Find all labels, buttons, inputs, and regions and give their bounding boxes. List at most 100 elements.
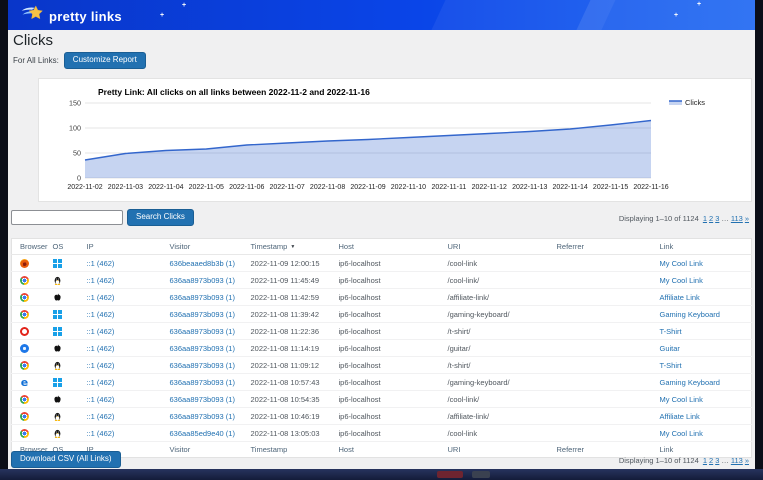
page-link-last[interactable]: 113: [731, 214, 743, 223]
ip-link[interactable]: ::1 (462): [87, 361, 115, 370]
visitor-link[interactable]: 636aa8973b093 (1): [170, 361, 235, 370]
ip-link[interactable]: ::1 (462): [87, 293, 115, 302]
sparkle-icon: +: [674, 13, 678, 19]
referrer-cell: [549, 306, 652, 323]
page-ellipsis: …: [721, 456, 729, 465]
search-input[interactable]: [11, 210, 123, 225]
column-header-timestamp[interactable]: Timestamp: [243, 442, 331, 458]
windows-icon: [53, 310, 62, 319]
table-row: ::1 (462)636aa8973b093 (1)2022-11-08 11:…: [12, 357, 752, 374]
column-header-browser[interactable]: Browser: [12, 239, 45, 255]
timestamp-cell: 2022-11-08 11:14:19: [243, 340, 331, 357]
page-link-2[interactable]: 2: [709, 456, 713, 465]
page-link-3[interactable]: 3: [715, 214, 719, 223]
ip-link[interactable]: ::1 (462): [87, 344, 115, 353]
link-cell: Affiliate Link: [652, 408, 752, 425]
column-header-os[interactable]: OS: [45, 239, 79, 255]
page-link-next[interactable]: »: [745, 214, 749, 223]
ip-link[interactable]: ::1 (462): [87, 327, 115, 336]
ip-link[interactable]: ::1 (462): [87, 276, 115, 285]
ip-link[interactable]: ::1 (462): [87, 395, 115, 404]
referrer-cell: [549, 340, 652, 357]
timestamp-cell: 2022-11-08 11:39:42: [243, 306, 331, 323]
ip-link[interactable]: ::1 (462): [87, 429, 115, 438]
visitor-link[interactable]: 636aa8973b093 (1): [170, 395, 235, 404]
browser-cell: [12, 255, 45, 272]
link-link[interactable]: My Cool Link: [660, 276, 703, 285]
visitor-link[interactable]: 636aa8973b093 (1): [170, 327, 235, 336]
star-swoosh-icon: [20, 5, 44, 27]
ip-cell: ::1 (462): [79, 425, 162, 442]
link-cell: T-Shirt: [652, 357, 752, 374]
column-header-link[interactable]: Link: [652, 239, 752, 255]
column-header-referrer[interactable]: Referrer: [549, 239, 652, 255]
column-header-visitor[interactable]: Visitor: [162, 442, 243, 458]
uri-cell: /cool-link: [440, 425, 549, 442]
download-csv-button[interactable]: Download CSV (All Links): [11, 451, 121, 468]
os-cell: [45, 425, 79, 442]
visitor-link[interactable]: 636aa8973b093 (1): [170, 378, 235, 387]
visitor-link[interactable]: 636aa8973b093 (1): [170, 293, 235, 302]
ip-link[interactable]: ::1 (462): [87, 378, 115, 387]
link-link[interactable]: Guitar: [660, 344, 680, 353]
link-link[interactable]: T-Shirt: [660, 327, 682, 336]
customize-report-button[interactable]: Customize Report: [64, 52, 146, 69]
link-link[interactable]: Affiliate Link: [660, 412, 700, 421]
link-cell: Gaming Keyboard: [652, 306, 752, 323]
visitor-cell: 636aa8973b093 (1): [162, 340, 243, 357]
visitor-cell: 636aa8973b093 (1): [162, 391, 243, 408]
firefox-icon: [20, 259, 29, 268]
taskbar-item: [472, 471, 490, 478]
link-link[interactable]: My Cool Link: [660, 259, 703, 268]
column-header-uri[interactable]: URI: [440, 239, 549, 255]
y-axis-label: 100: [69, 124, 81, 133]
page-link-1[interactable]: 1: [703, 214, 707, 223]
ip-cell: ::1 (462): [79, 323, 162, 340]
os-cell: [45, 374, 79, 391]
visitor-link[interactable]: 636aa8973b093 (1): [170, 276, 235, 285]
column-header-timestamp[interactable]: Timestamp▼: [243, 239, 331, 255]
column-header-host[interactable]: Host: [331, 442, 440, 458]
search-clicks-button[interactable]: Search Clicks: [127, 209, 194, 226]
visitor-link[interactable]: 636aa8973b093 (1): [170, 412, 235, 421]
page-link-1[interactable]: 1: [703, 456, 707, 465]
ip-link[interactable]: ::1 (462): [87, 310, 115, 319]
link-link[interactable]: My Cool Link: [660, 429, 703, 438]
column-header-uri[interactable]: URI: [440, 442, 549, 458]
visitor-link[interactable]: 636aa8973b093 (1): [170, 344, 235, 353]
y-axis-label: 50: [73, 149, 81, 158]
ip-link[interactable]: ::1 (462): [87, 259, 115, 268]
chrome-icon: [20, 361, 29, 370]
plugin-page-window: + + + + pretty links Clicks For All Link…: [8, 0, 755, 470]
browser-cell: [12, 340, 45, 357]
link-link[interactable]: T-Shirt: [660, 361, 682, 370]
pagination-top: Displaying 1–10 of 1124 123…113»: [619, 214, 749, 223]
ip-cell: ::1 (462): [79, 289, 162, 306]
link-link[interactable]: My Cool Link: [660, 395, 703, 404]
link-link[interactable]: Affiliate Link: [660, 293, 700, 302]
host-cell: ip6-localhost: [331, 272, 440, 289]
column-header-visitor[interactable]: Visitor: [162, 239, 243, 255]
link-link[interactable]: Gaming Keyboard: [660, 378, 720, 387]
browser-cell: [12, 272, 45, 289]
host-cell: ip6-localhost: [331, 357, 440, 374]
page-link-2[interactable]: 2: [709, 214, 713, 223]
visitor-link[interactable]: 636beaaed8b3b (1): [170, 259, 235, 268]
host-cell: ip6-localhost: [331, 425, 440, 442]
ip-cell: ::1 (462): [79, 357, 162, 374]
link-link[interactable]: Gaming Keyboard: [660, 310, 720, 319]
column-header-host[interactable]: Host: [331, 239, 440, 255]
chart-title: Pretty Link: All clicks on all links bet…: [98, 87, 370, 97]
ip-link[interactable]: ::1 (462): [87, 412, 115, 421]
page-link-next[interactable]: »: [745, 456, 749, 465]
visitor-link[interactable]: 636aa85ed9e40 (1): [170, 429, 235, 438]
host-cell: ip6-localhost: [331, 306, 440, 323]
taskbar-item: [437, 471, 463, 478]
page-link-3[interactable]: 3: [715, 456, 719, 465]
column-header-ip[interactable]: IP: [79, 239, 162, 255]
link-cell: My Cool Link: [652, 425, 752, 442]
visitor-link[interactable]: 636aa8973b093 (1): [170, 310, 235, 319]
ip-cell: ::1 (462): [79, 340, 162, 357]
sparkle-icon: +: [160, 13, 164, 19]
page-link-last[interactable]: 113: [731, 456, 743, 465]
